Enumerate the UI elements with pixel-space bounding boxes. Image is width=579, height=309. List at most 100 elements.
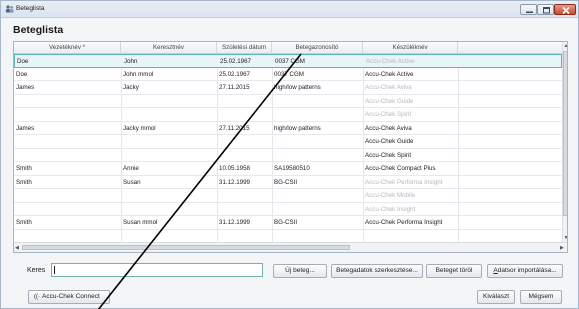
accu-chek-connect-button[interactable]: ((· Accu-Chek Connect	[28, 290, 110, 304]
cell-first-name: Jacky	[123, 84, 139, 91]
edit-patient-button[interactable]: Betegadatok szerkesztése...	[331, 264, 423, 278]
cell-patient-id	[272, 108, 363, 122]
cell-patient-id: 0037 CGM	[275, 58, 305, 65]
horizontal-scrollbar[interactable]: ◀ ▶	[14, 242, 567, 252]
table-row[interactable]: Accu-Chek Spirit	[14, 149, 562, 163]
cell-birth-date: 10.05.1958	[219, 165, 250, 172]
table-row[interactable]: Smith Susan mmol 31.12.1999 BG-CSII Accu-Che…	[14, 216, 562, 230]
connect-button-label: Accu-Chek Connect	[42, 293, 100, 300]
patients-icon	[5, 5, 14, 13]
horizontal-scroll-thumb[interactable]	[22, 245, 350, 250]
cancel-button[interactable]: Mégsem	[520, 290, 562, 304]
table-row[interactable]: Accu-Chek Spirit	[14, 108, 562, 122]
table-row[interactable]: Accu-Chek Guide	[14, 95, 562, 109]
wireless-signal-icon: ((·	[34, 294, 40, 300]
table-row[interactable]: Smith Susan 31.12.1999 BG-CSII Accu-Chek Per…	[14, 176, 562, 189]
table-row[interactable]: Accu-Chek Guide	[14, 135, 562, 149]
cell-birth-date: 25.02.1967	[220, 58, 251, 65]
scroll-up-icon[interactable]: ▲	[564, 43, 568, 49]
cell-device-name: Accu-Chek Guide	[365, 97, 414, 105]
cell-patient-id: SA19580510	[274, 165, 310, 172]
table-row[interactable]: Smith Annie 10.05.1958 SA19580510 Accu-Chek …	[14, 162, 562, 176]
cell-patient-id	[272, 203, 363, 217]
table-header: Vezetéknév * Keresztnév Születési dátum …	[14, 42, 562, 54]
cell-first-name	[121, 149, 217, 163]
column-header-patient-id[interactable]: Betegazonosító	[272, 42, 363, 54]
table-row[interactable]: Accu-Chek Mobile	[14, 189, 562, 203]
cell-first-name: Jacky mmol	[123, 124, 156, 132]
cell-birth-date	[217, 149, 272, 163]
cell-device-name: Accu-Chek Spirit	[365, 111, 412, 118]
cell-last-name	[14, 95, 121, 109]
cell-last-name: Doe	[17, 58, 29, 65]
cell-first-name	[121, 203, 217, 217]
title-bar[interactable]: Beteglista	[1, 1, 578, 18]
cell-birth-date: 31.12.1999	[219, 219, 250, 226]
table-row[interactable]: James Jacky 27.11.2015 high/low patterns Acc…	[14, 81, 562, 95]
cell-device-name: Accu-Chek Performa Insight	[365, 178, 443, 186]
text-cursor	[54, 266, 55, 274]
close-icon	[562, 6, 570, 15]
column-header-filler	[458, 42, 562, 54]
cell-birth-date: 31.12.1999	[219, 178, 250, 186]
new-patient-button[interactable]: Új beteg...	[273, 264, 327, 278]
delete-patient-button[interactable]: Beteget töröl	[426, 264, 482, 278]
table-row[interactable]: Accu-Chek Insight	[14, 203, 562, 217]
import-dataset-button[interactable]: Adatsor importálása...	[487, 264, 563, 278]
cell-last-name: James	[16, 124, 35, 132]
cell-patient-id	[272, 95, 363, 109]
cell-patient-id	[272, 135, 363, 149]
table-row[interactable]: James Jacky mmol 27.11.2015 high/low patter…	[14, 122, 562, 135]
cell-device-name: Accu-Chek Aviva	[365, 124, 412, 132]
cell-device-name: Accu-Chek Active	[366, 58, 415, 65]
window-title: Beteglista	[16, 5, 45, 12]
vertical-scrollbar[interactable]: ▲ ▼	[562, 42, 568, 242]
cell-first-name: Susan	[123, 178, 141, 186]
maximize-button[interactable]	[537, 4, 554, 15]
cell-first-name: Annie	[123, 165, 139, 172]
cell-last-name	[14, 135, 121, 149]
column-header-birth-date[interactable]: Születési dátum	[217, 42, 272, 54]
cell-birth-date	[217, 135, 272, 149]
cell-patient-id	[272, 149, 363, 163]
vertical-scroll-thumb[interactable]	[563, 51, 567, 216]
import-button-label: datsor importálása...	[497, 267, 557, 274]
select-button[interactable]: Kiválaszt	[477, 290, 515, 304]
cell-device-name: Accu-Chek Aviva	[365, 84, 412, 91]
column-header-last-name[interactable]: Vezetéknév *	[14, 42, 121, 54]
cell-birth-date	[217, 203, 272, 217]
table-row-selected[interactable]: Doe John 25.02.1967 0037 CGM Accu-Chek Activ…	[14, 54, 562, 68]
close-button[interactable]	[554, 4, 576, 15]
column-header-first-name[interactable]: Keresztnév	[121, 42, 217, 54]
cell-last-name: Smith	[16, 219, 32, 226]
column-header-device-name[interactable]: Készüléknév	[363, 42, 458, 54]
scroll-left-icon[interactable]: ◀	[15, 245, 19, 251]
cell-last-name: Smith	[16, 178, 32, 186]
search-input[interactable]	[51, 263, 263, 277]
minimize-icon	[526, 11, 533, 13]
table-row[interactable]: Doe John mmol 25.02.1967 0037 CGM Accu-Chek …	[14, 68, 562, 81]
cell-patient-id: high/low patterns	[274, 124, 321, 132]
cell-patient-id: high/low patterns	[274, 84, 321, 91]
cell-device-name: Accu-Chek Guide	[365, 138, 414, 145]
cell-birth-date: 27.11.2015	[219, 84, 250, 91]
scroll-right-icon[interactable]: ▶	[560, 245, 564, 251]
cell-birth-date	[217, 108, 272, 122]
cell-last-name	[14, 189, 121, 203]
patient-table[interactable]: Vezetéknév * Keresztnév Születési dátum …	[13, 41, 568, 253]
cell-last-name: James	[16, 84, 35, 91]
cell-first-name	[121, 135, 217, 149]
scroll-down-icon[interactable]: ▼	[564, 235, 568, 241]
cell-birth-date: 27.11.2015	[219, 124, 250, 132]
cell-last-name	[14, 203, 121, 217]
cell-patient-id: BG-CSII	[274, 178, 298, 186]
search-label: Keres	[27, 267, 46, 274]
patient-list-window: Beteglista Beteglista Vezetéknév * Keres…	[0, 0, 579, 309]
cell-last-name: Doe	[16, 70, 28, 78]
cell-patient-id: BG-CSII	[274, 219, 298, 226]
page-title: Beteglista	[13, 24, 64, 36]
minimize-button[interactable]	[520, 4, 537, 15]
cell-device-name: Accu-Chek Active	[365, 70, 414, 78]
cell-first-name: Susan mmol	[123, 219, 158, 226]
cell-first-name	[121, 189, 217, 203]
